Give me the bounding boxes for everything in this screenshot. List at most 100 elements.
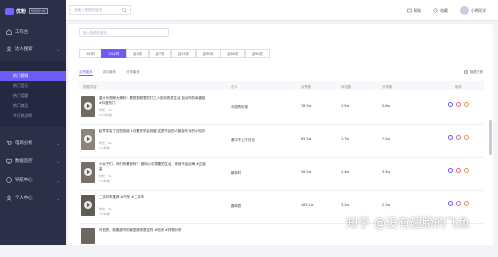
video-title[interactable]: 趁早学会了这些技能 1月看完学会到腿 这是不会的人都会吃亏的小知识 <box>99 129 207 134</box>
sidebar-subitem-hot-topics[interactable]: 热门话题 <box>0 91 66 101</box>
tab-3d[interactable]: 近3天 <box>126 49 150 58</box>
person-icon <box>6 195 12 201</box>
video-thumbnail[interactable] <box>81 228 95 244</box>
main-panel: 输入视频关键词 1小时 24小时 近3天 近7天 近15天 近30天 近60天 … <box>69 24 493 245</box>
video-duration: 时长：1s <box>99 108 112 112</box>
sidebar-subitem-today-hot[interactable]: 今日热点榜 <box>0 111 66 121</box>
help-label: 帮助 <box>413 7 422 13</box>
play-icon[interactable] <box>84 102 92 110</box>
chevron-down-icon: ⌄ <box>56 158 60 164</box>
col-likes[interactable]: 点赞数 <box>301 84 311 89</box>
hide-viewed-toggle[interactable]: 隐藏已看 <box>463 69 483 74</box>
video-title[interactable]: 小伙子们，你们有看到吗？ 做你心中想要的生活，你就不会后悔 #正能量 <box>99 162 207 172</box>
tab-most-comments[interactable]: 评论最多 <box>103 69 117 76</box>
top-search-input[interactable]: 请输入视频关键词 <box>69 5 131 15</box>
scrollbar[interactable] <box>489 120 492 155</box>
time-range-tabs: 1小时 24小时 近3天 近7天 近15天 近30天 近60天 近90天 <box>79 49 270 58</box>
video-title[interactable]: 重大乐视频大爆料！看短视频里的打工人如何改变生活 加点你的幸福感 #抖音热门 <box>99 96 207 106</box>
view-icon[interactable] <box>448 168 453 173</box>
tab-1h[interactable]: 1小时 <box>79 49 102 58</box>
view-icon[interactable] <box>448 135 453 140</box>
help-icon <box>406 8 412 13</box>
favorite-icon[interactable] <box>456 201 461 206</box>
play-icon[interactable] <box>84 135 92 143</box>
sidebar-subitem-hot-videos[interactable]: 热门视频 <box>0 71 66 81</box>
table-row[interactable]: 小伙子们，你们有看到吗？ 做你心中想要的生活，你就不会后悔 #正能量 时长：1s… <box>79 158 484 191</box>
shares-value: 5.6w <box>382 104 391 108</box>
user-icon <box>6 46 12 52</box>
author-name[interactable]: 看中不上厅在也 <box>231 137 255 142</box>
comments-value: 2.5w <box>341 104 350 108</box>
sidebar-item-talent-search[interactable]: 达人搜索 ⌄ <box>0 44 66 54</box>
sidebar-item-personal-center[interactable]: 个人中心 ⌄ <box>0 193 66 203</box>
tab-7d[interactable]: 近7天 <box>148 49 172 58</box>
table-header: 视频内容 达人 点赞数 评论数 分享数 操作 <box>79 81 484 90</box>
sidebar-item-label: 数据监控 <box>15 159 33 164</box>
view-icon[interactable] <box>448 201 453 206</box>
play-icon[interactable] <box>84 201 92 209</box>
favorite-icon[interactable] <box>456 102 461 107</box>
sidebar-subitem-hot-music[interactable]: 热门音乐 <box>0 81 66 91</box>
view-icon[interactable] <box>448 102 453 107</box>
sidebar-item-ecommerce[interactable]: 电商分析 ⌄ <box>0 138 66 148</box>
search-icon[interactable] <box>122 8 127 13</box>
sidebar-item-nav-center[interactable]: 导航中心 ⌄ <box>0 175 66 185</box>
chevron-down-icon: ⌄ <box>56 177 60 183</box>
sidebar-item-label: 工作台 <box>15 30 29 35</box>
subitem-label: 今日热点榜 <box>13 113 32 118</box>
col-shares[interactable]: 分享数 <box>382 84 392 89</box>
watermark: 知乎 @没有翅膀的飞鱼 <box>346 216 470 230</box>
subitem-label: 热门话题 <box>13 93 29 98</box>
logo[interactable]: 优粉 短视频分析 <box>5 5 63 17</box>
download-icon[interactable] <box>464 201 469 206</box>
tab-15d[interactable]: 近15天 <box>170 49 197 58</box>
video-time: 7小时前 <box>99 212 110 216</box>
shares-value: 7.2w <box>382 137 391 141</box>
tab-90d[interactable]: 近90天 <box>244 49 270 58</box>
video-thumbnail[interactable] <box>81 195 95 216</box>
row-actions <box>448 201 472 206</box>
favorite-icon[interactable] <box>456 135 461 140</box>
star-icon <box>433 8 438 13</box>
likes-value: 65.2w <box>301 137 312 141</box>
video-time: 7小时前 <box>99 179 110 183</box>
download-icon[interactable] <box>464 102 469 107</box>
sidebar-item-workbench[interactable]: 工作台 <box>0 27 66 37</box>
download-icon[interactable] <box>464 135 469 140</box>
tab-most-shares[interactable]: 分享最多 <box>126 69 140 76</box>
video-title[interactable]: 可怕的，制服超市的秘密原来是这样 #知识 #好物分享 <box>99 228 207 233</box>
brand-name: 优粉 <box>16 8 27 15</box>
download-icon[interactable] <box>464 168 469 173</box>
tab-24h[interactable]: 24小时 <box>101 49 127 58</box>
author-name[interactable]: 解析时 <box>231 170 241 175</box>
table-row[interactable]: 趁早学会了这些技能 1月看完学会到腿 这是不会的人都会吃亏的小知识 时长：2s … <box>79 125 484 158</box>
video-title[interactable]: 二手好车推荐 #汽车 #二手车 <box>99 195 207 200</box>
row-actions <box>448 135 472 140</box>
tab-most-likes[interactable]: 点赞最多 <box>79 69 93 76</box>
sidebar-subitem-hot-products[interactable]: 热门商品 <box>0 101 66 111</box>
author-name[interactable]: 圆球君 <box>231 203 241 208</box>
video-search-input[interactable]: 输入视频关键词 <box>79 28 169 37</box>
sidebar-submenu: 热门视频 热门音乐 热门话题 热门商品 今日热点榜 <box>0 61 66 127</box>
row-actions <box>448 168 472 173</box>
toggle-label: 隐藏已看 <box>469 70 483 74</box>
tab-30d[interactable]: 近30天 <box>195 49 221 58</box>
sidebar-item-monitor[interactable]: 数据监控 ⌄ <box>0 156 66 166</box>
video-thumbnail[interactable] <box>81 162 95 183</box>
table-row[interactable]: 重大乐视频大爆料！看短视频里的打工人如何改变生活 加点你的幸福感 #抖音热门 时… <box>79 92 484 125</box>
play-icon[interactable] <box>84 168 92 176</box>
tab-60d[interactable]: 近60天 <box>220 49 246 58</box>
favorite-icon[interactable] <box>456 168 461 173</box>
favorites-button[interactable]: 收藏 <box>433 8 448 14</box>
top-search-placeholder: 请输入视频关键词 <box>74 7 102 12</box>
help-button[interactable]: 帮助 <box>406 7 422 14</box>
top-bar: 请输入视频关键词 帮助 收藏 小明同学 <box>66 0 498 21</box>
favorites-label: 收藏 <box>440 7 448 13</box>
comments-value: 3.2w <box>341 203 350 207</box>
user-menu[interactable]: 小明同学 <box>459 6 486 15</box>
col-comments[interactable]: 评论数 <box>341 84 351 89</box>
video-thumbnail[interactable] <box>81 96 95 117</box>
author-name[interactable]: 中国青年报 <box>231 104 248 109</box>
top-actions: 帮助 收藏 小明同学 <box>395 6 486 15</box>
video-thumbnail[interactable] <box>81 129 95 150</box>
